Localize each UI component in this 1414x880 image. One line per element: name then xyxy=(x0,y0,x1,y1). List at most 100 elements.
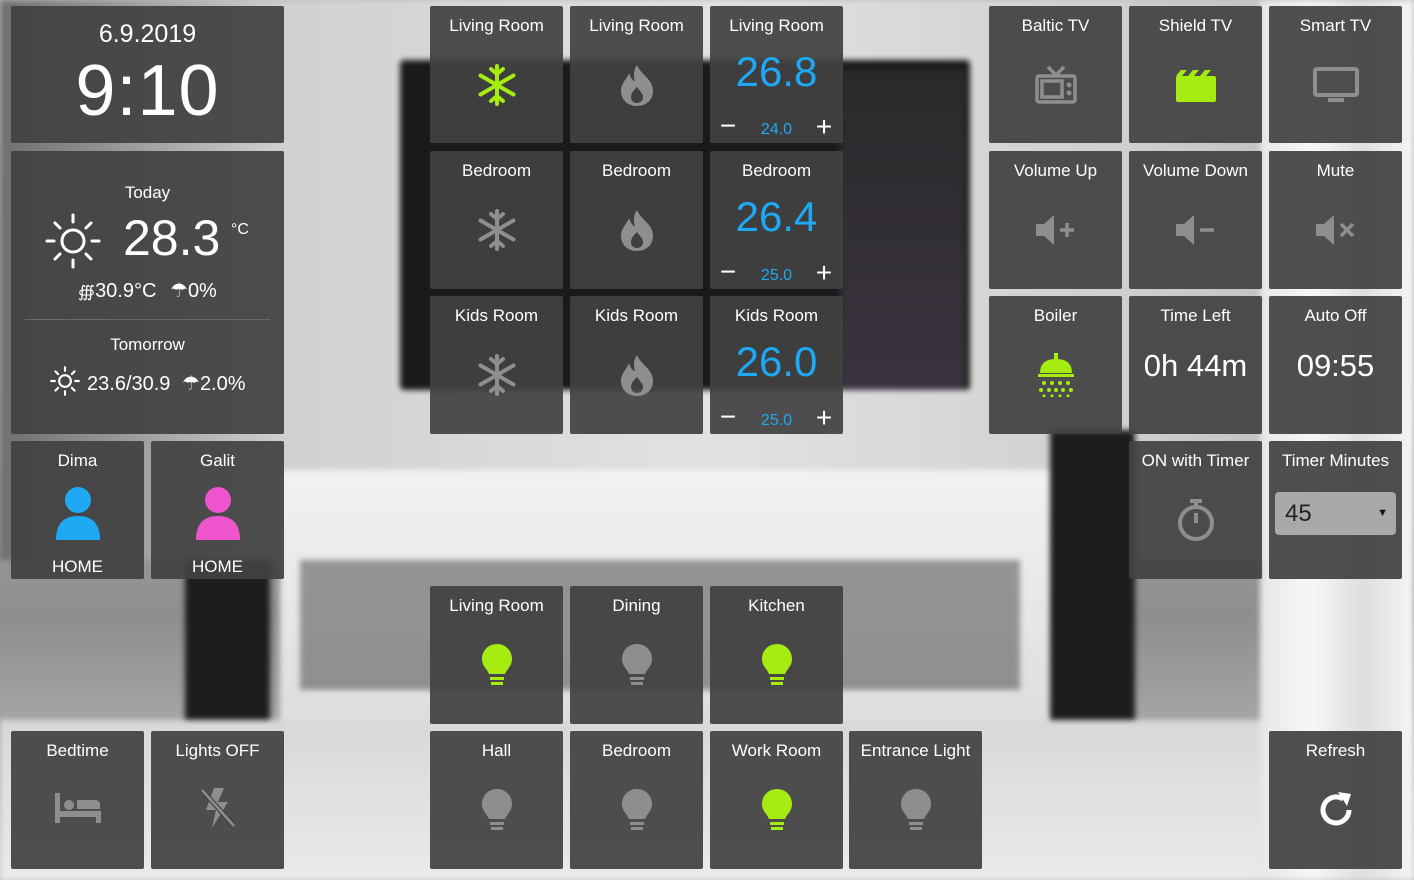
movie-clapper-icon xyxy=(1129,54,1262,116)
ac-heat-bedroom[interactable]: Bedroom xyxy=(570,151,703,289)
bedtime-label: Bedtime xyxy=(46,741,109,760)
ac-heat-living-room[interactable]: Living Room xyxy=(570,6,703,143)
retro-tv-icon xyxy=(989,54,1122,116)
lightbulb-icon xyxy=(570,634,703,696)
person-tile-dima[interactable]: Dima HOME xyxy=(11,441,144,579)
on-with-timer-button[interactable]: ON with Timer xyxy=(1129,441,1262,579)
ac-heat-kids-room[interactable]: Kids Room xyxy=(570,296,703,434)
tile-label: Work Room xyxy=(731,741,822,760)
thermostat-living-room: Living Room 26.8 − 24.0 + xyxy=(710,6,843,143)
weather-tile: Today 28.3 °C ∰30.9°C ☂0% Tomorrow 23.6/… xyxy=(11,151,284,434)
ac-cool-kids-room[interactable]: Kids Room xyxy=(430,296,563,434)
thermostat-kids-room: Kids Room 26.0 − 25.0 + xyxy=(710,296,843,434)
volume-up-button[interactable]: Volume Up xyxy=(989,151,1122,289)
shower-icon xyxy=(989,344,1122,406)
volume-minus-icon xyxy=(1129,199,1262,261)
weather-tomorrow-label: Tomorrow xyxy=(110,335,185,354)
weather-tomorrow-details: 23.6/30.9 ☂2.0% xyxy=(11,365,284,403)
tile-label: Kitchen xyxy=(748,596,805,615)
tile-label: Boiler xyxy=(1033,306,1078,325)
tile-label: Time Left xyxy=(1160,306,1231,325)
snowflake-icon xyxy=(430,54,563,116)
light-kitchen[interactable]: Kitchen xyxy=(710,586,843,724)
tile-label: Baltic TV xyxy=(1021,16,1090,35)
weather-today-label: Today xyxy=(124,183,171,202)
smart-tv-button[interactable]: Smart TV xyxy=(1269,6,1402,143)
temp-increase-button[interactable]: + xyxy=(813,113,835,141)
tile-label: Dining xyxy=(612,596,661,615)
mute-button[interactable]: Mute xyxy=(1269,151,1402,289)
lights-off-button[interactable]: Lights OFF xyxy=(151,731,284,869)
snowflake-icon xyxy=(430,344,563,406)
tile-label: ON with Timer xyxy=(1141,451,1250,470)
umbrella-icon: ☂ xyxy=(182,373,200,395)
tile-label: Timer Minutes xyxy=(1281,451,1390,470)
timer-minutes-tile: Timer Minutes 45 ▼ xyxy=(1269,441,1402,579)
sun-small-icon xyxy=(49,365,81,403)
ac-cool-bedroom[interactable]: Bedroom xyxy=(430,151,563,289)
person-state: HOME xyxy=(52,557,103,576)
light-work-room[interactable]: Work Room xyxy=(710,731,843,869)
volume-down-button[interactable]: Volume Down xyxy=(1129,151,1262,289)
temp-increase-button[interactable]: + xyxy=(813,259,835,287)
tile-label: Volume Down xyxy=(1143,161,1248,180)
tile-label: Volume Up xyxy=(1013,161,1098,180)
lightbulb-icon xyxy=(430,634,563,696)
tile-label: Kids Room xyxy=(454,306,539,325)
tile-label: Living Room xyxy=(589,16,684,35)
stopwatch-icon xyxy=(1129,489,1262,551)
shield-tv-button[interactable]: Shield TV xyxy=(1129,6,1262,143)
boiler-button[interactable]: Boiler xyxy=(989,296,1122,434)
flame-icon xyxy=(570,54,703,116)
boiler-time-left: 0h 44m xyxy=(1143,348,1248,383)
weather-today-feels: 30.9°C xyxy=(95,280,157,302)
light-bedroom[interactable]: Bedroom xyxy=(570,731,703,869)
flame-icon xyxy=(570,199,703,261)
boiler-time-left-tile: Time Left 0h 44m xyxy=(1129,296,1262,434)
monitor-icon xyxy=(1269,54,1402,116)
sun-icon xyxy=(43,211,103,276)
volume-mute-icon xyxy=(1269,199,1402,261)
person-icon xyxy=(11,483,144,545)
thermostat-bedroom: Bedroom 26.4 − 25.0 + xyxy=(710,151,843,289)
light-dining[interactable]: Dining xyxy=(570,586,703,724)
chevron-down-icon: ▼ xyxy=(1377,507,1388,519)
person-tile-galit[interactable]: Galit HOME xyxy=(151,441,284,579)
lightbulb-icon xyxy=(430,779,563,841)
tile-label: Refresh xyxy=(1305,741,1366,760)
timer-minutes-value: 45 xyxy=(1285,500,1312,527)
person-name: Dima xyxy=(57,451,98,470)
lightbulb-icon xyxy=(849,779,982,841)
ac-cool-living-room[interactable]: Living Room xyxy=(430,6,563,143)
flash-off-icon xyxy=(151,777,284,839)
person-name: Galit xyxy=(200,451,235,470)
tile-label: Living Room xyxy=(729,16,824,35)
flame-icon xyxy=(570,344,703,406)
lightbulb-icon xyxy=(710,634,843,696)
tile-label: Living Room xyxy=(449,596,544,615)
tile-label: Hall xyxy=(481,741,512,760)
weather-today-details: ∰30.9°C ☂0% xyxy=(11,278,284,303)
temp-increase-button[interactable]: + xyxy=(813,404,835,432)
timer-minutes-select[interactable]: 45 ▼ xyxy=(1275,492,1396,535)
light-entrance[interactable]: Entrance Light xyxy=(849,731,982,869)
umbrella-icon: ☂ xyxy=(170,280,188,302)
tile-label: Smart TV xyxy=(1299,16,1372,35)
current-temperature: 26.0 xyxy=(735,338,818,385)
baltic-tv-button[interactable]: Baltic TV xyxy=(989,6,1122,143)
tile-label: Kids Room xyxy=(734,306,819,325)
current-temperature: 26.4 xyxy=(735,193,818,240)
refresh-button[interactable]: Refresh xyxy=(1269,731,1402,869)
tile-label: Bedroom xyxy=(742,161,811,180)
tile-label: Bedroom xyxy=(602,161,671,180)
light-living-room[interactable]: Living Room xyxy=(430,586,563,724)
weather-today-temp: 28.3 xyxy=(123,210,221,266)
boiler-auto-off-tile: Auto Off 09:55 xyxy=(1269,296,1402,434)
light-hall[interactable]: Hall xyxy=(430,731,563,869)
clock-time: 9:10 xyxy=(75,51,220,131)
refresh-icon xyxy=(1269,779,1402,841)
tile-label: Bedroom xyxy=(602,741,671,760)
volume-plus-icon xyxy=(989,199,1122,261)
bedtime-button[interactable]: Bedtime xyxy=(11,731,144,869)
weather-tomorrow-rain: 2.0% xyxy=(199,373,246,395)
